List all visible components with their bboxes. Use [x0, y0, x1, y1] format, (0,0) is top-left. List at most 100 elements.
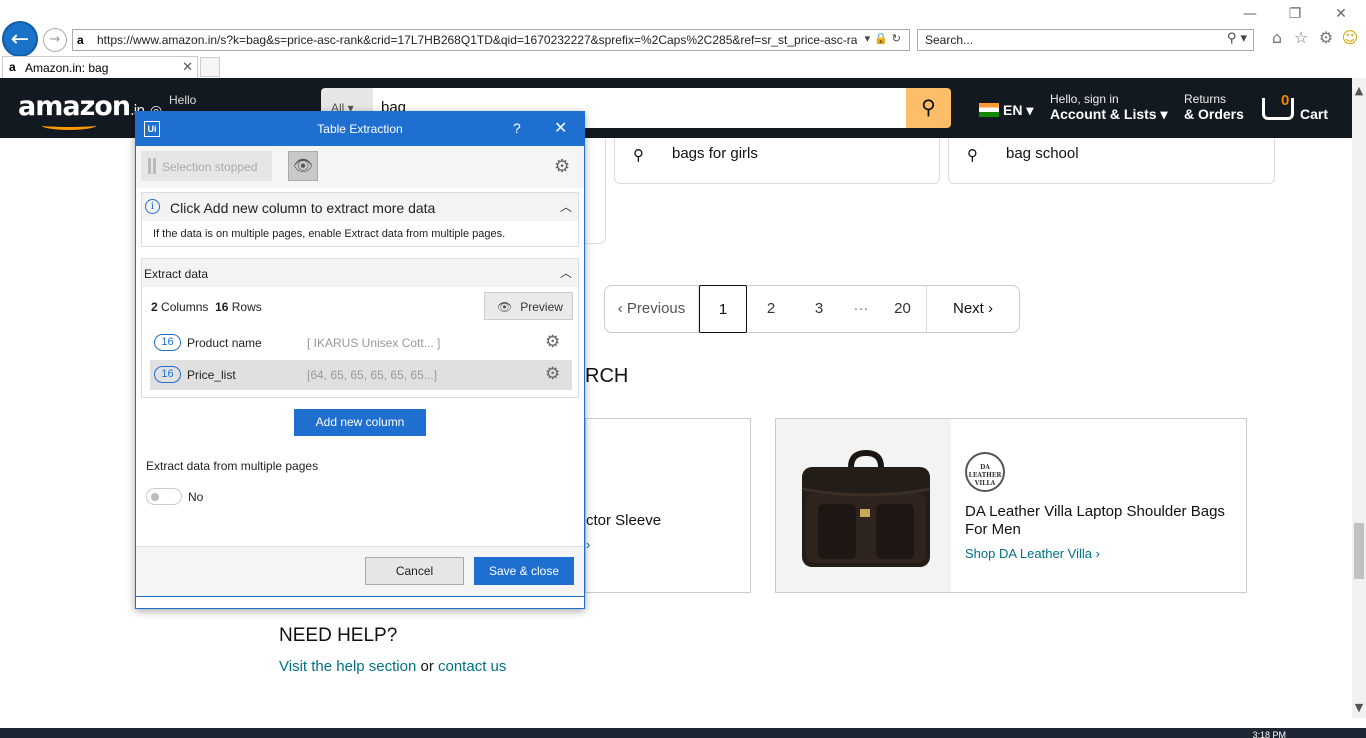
browser-chrome: — ❐ ✕ ← → a https://www.amazon.in/s?k=ba…	[0, 0, 1366, 78]
extract-data-title: Extract data	[144, 267, 209, 281]
restore-icon[interactable]: ❐	[1285, 4, 1305, 24]
tab-close-icon[interactable]: ✕	[182, 59, 193, 75]
home-icon[interactable]: ⌂	[1266, 28, 1288, 50]
back-button[interactable]: ←	[2, 21, 38, 57]
selection-status-button[interactable]: Selection stopped	[141, 151, 272, 181]
address-controls-icon[interactable]: ▾🔒↻	[865, 32, 905, 45]
amazon-search-button[interactable]: ⚲	[906, 88, 951, 128]
table-extraction-dialog: Ui Table Extraction ? ✕ Selection stoppe…	[135, 111, 585, 609]
column-name: Product name	[187, 336, 262, 350]
chevron-up-icon[interactable]: ︿	[560, 198, 572, 215]
suggestion-item[interactable]: ⚲ bag school	[948, 138, 1275, 184]
column-row-product-name[interactable]: 16 Product name [ IKARUS Unisex Cott... …	[150, 328, 572, 358]
new-tab-button[interactable]	[200, 57, 220, 77]
browser-search-input[interactable]: Search... ⚲ ▾	[917, 29, 1254, 51]
search-icon: ⚲	[633, 146, 644, 164]
info-icon: i	[145, 199, 160, 214]
eye-icon[interactable]: 👁	[288, 151, 318, 181]
tools-gear-icon[interactable]: ⚙	[1315, 28, 1337, 50]
column-settings-gear-icon[interactable]: ⚙	[545, 364, 560, 384]
help-icon[interactable]: ?	[513, 120, 521, 136]
previous-page-button[interactable]: ‹ Previous	[605, 286, 699, 332]
help-section-link[interactable]: Visit the help section	[279, 658, 416, 675]
multi-page-value: No	[188, 490, 204, 504]
account-lists-menu[interactable]: Hello, sign in Account & Lists ▾	[1050, 92, 1168, 123]
info-title: Click Add new column to extract more dat…	[170, 200, 436, 216]
card-title[interactable]: DA Leather Villa Laptop Shoulder Bags Fo…	[965, 503, 1235, 539]
column-row-price-list[interactable]: 16 Price_list [64, 65, 65, 65, 65, 65...…	[150, 360, 572, 390]
close-icon[interactable]: ✕	[554, 118, 567, 137]
taskbar: 3:18 PM	[0, 728, 1366, 738]
info-panel-header[interactable]: i Click Add new column to extract more d…	[142, 193, 578, 221]
amazon-logo[interactable]: amazon.in	[18, 91, 145, 130]
dialog-bottom-strip	[136, 596, 584, 608]
language-selector[interactable]: EN ▾	[979, 102, 1033, 119]
page-2-button[interactable]: 2	[747, 286, 795, 332]
forward-button[interactable]: →	[43, 28, 67, 52]
suggestion-item[interactable]: ⚲ bags for girls	[614, 138, 940, 184]
page-1-button[interactable]: 1	[699, 285, 747, 333]
eye-icon: 👁	[497, 300, 513, 314]
contact-us-link[interactable]: contact us	[438, 658, 506, 675]
india-flag-icon	[979, 103, 999, 117]
chevron-right-icon: ›	[586, 537, 591, 552]
row-count-badge: 16	[154, 366, 181, 383]
chevron-up-icon[interactable]: ︿	[560, 264, 572, 281]
pause-icon	[148, 158, 156, 174]
column-name: Price_list	[187, 368, 236, 382]
column-settings-gear-icon[interactable]: ⚙	[545, 332, 560, 352]
row-count-badge: 16	[154, 334, 181, 351]
multi-page-label: Extract data from multiple pages	[146, 459, 319, 473]
help-line: Visit the help section or contact us	[279, 658, 507, 675]
extract-data-panel: Extract data ︿ 2 Columns 16 Rows 👁 Previe…	[141, 258, 579, 398]
sponsored-card-left[interactable]: ctor Sleeve ›	[585, 418, 751, 593]
need-help-heading: NEED HELP?	[279, 625, 398, 646]
multi-page-toggle[interactable]	[146, 488, 182, 505]
brand-logo[interactable]: DA LEATHER VILLA	[965, 452, 1005, 492]
card-title[interactable]: ctor Sleeve	[586, 512, 661, 529]
add-new-column-button[interactable]: Add new column	[294, 409, 426, 436]
scroll-up-icon[interactable]: ▲	[1352, 84, 1366, 97]
cart-count: 0	[1281, 92, 1290, 109]
amazon-favicon-icon: a	[77, 33, 84, 47]
columns-rows-summary: 2 Columns 16 Rows	[151, 300, 262, 314]
taskbar-clock: 3:18 PM	[1252, 730, 1286, 738]
search-icon[interactable]: ⚲ ▾	[1227, 31, 1247, 46]
address-bar[interactable]: a https://www.amazon.in/s?k=bag&s=price-…	[72, 29, 910, 51]
toggle-knob	[151, 493, 159, 501]
delivery-hello[interactable]: Hello	[169, 93, 196, 107]
briefcase-illustration	[801, 449, 931, 567]
tab-title: Amazon.in: bag	[25, 61, 109, 75]
dialog-titlebar[interactable]: Ui Table Extraction ? ✕	[136, 112, 584, 146]
save-close-button[interactable]: Save & close	[474, 557, 574, 585]
favorites-star-icon[interactable]: ☆	[1290, 28, 1312, 50]
address-url[interactable]: https://www.amazon.in/s?k=bag&s=price-as…	[97, 33, 857, 47]
next-page-button[interactable]: Next ›	[927, 286, 1019, 332]
extract-data-header[interactable]: Extract data ︿	[142, 259, 578, 287]
info-description: If the data is on multiple pages, enable…	[153, 228, 506, 240]
amazon-favicon-icon: a	[9, 60, 16, 74]
dialog-toolbar: Selection stopped 👁 ⚙	[136, 146, 584, 188]
briefcase-image[interactable]	[776, 419, 951, 592]
cancel-button[interactable]: Cancel	[365, 557, 464, 585]
preview-button[interactable]: 👁 Preview	[484, 292, 573, 320]
page-3-button[interactable]: 3	[795, 286, 843, 332]
page-20-button[interactable]: 20	[879, 286, 927, 332]
cart-label: Cart	[1300, 106, 1329, 122]
shop-brand-link[interactable]: Shop DA Leather Villa ›	[965, 546, 1100, 561]
column-preview: [ IKARUS Unisex Cott... ]	[307, 336, 441, 350]
scroll-thumb[interactable]	[1354, 523, 1364, 579]
smiley-feedback-icon[interactable]: ☺	[1339, 28, 1361, 50]
pagination-ellipsis: ···	[853, 300, 869, 317]
minimize-icon[interactable]: —	[1240, 4, 1260, 24]
window-close-icon[interactable]: ✕	[1331, 4, 1351, 24]
section-heading-fragment: RCH	[585, 365, 629, 387]
search-icon: ⚲	[967, 146, 978, 164]
page-scrollbar[interactable]: ▲ ▼	[1352, 78, 1366, 718]
scroll-down-icon[interactable]: ▼	[1352, 701, 1366, 714]
returns-orders-link[interactable]: Returns & Orders	[1184, 92, 1244, 122]
settings-gear-icon[interactable]: ⚙	[554, 156, 570, 177]
sponsored-card-right[interactable]: DA LEATHER VILLA DA Leather Villa Laptop S…	[775, 418, 1247, 593]
info-panel: i Click Add new column to extract more d…	[141, 192, 579, 247]
browser-tab[interactable]: a Amazon.in: bag ✕	[2, 56, 198, 78]
